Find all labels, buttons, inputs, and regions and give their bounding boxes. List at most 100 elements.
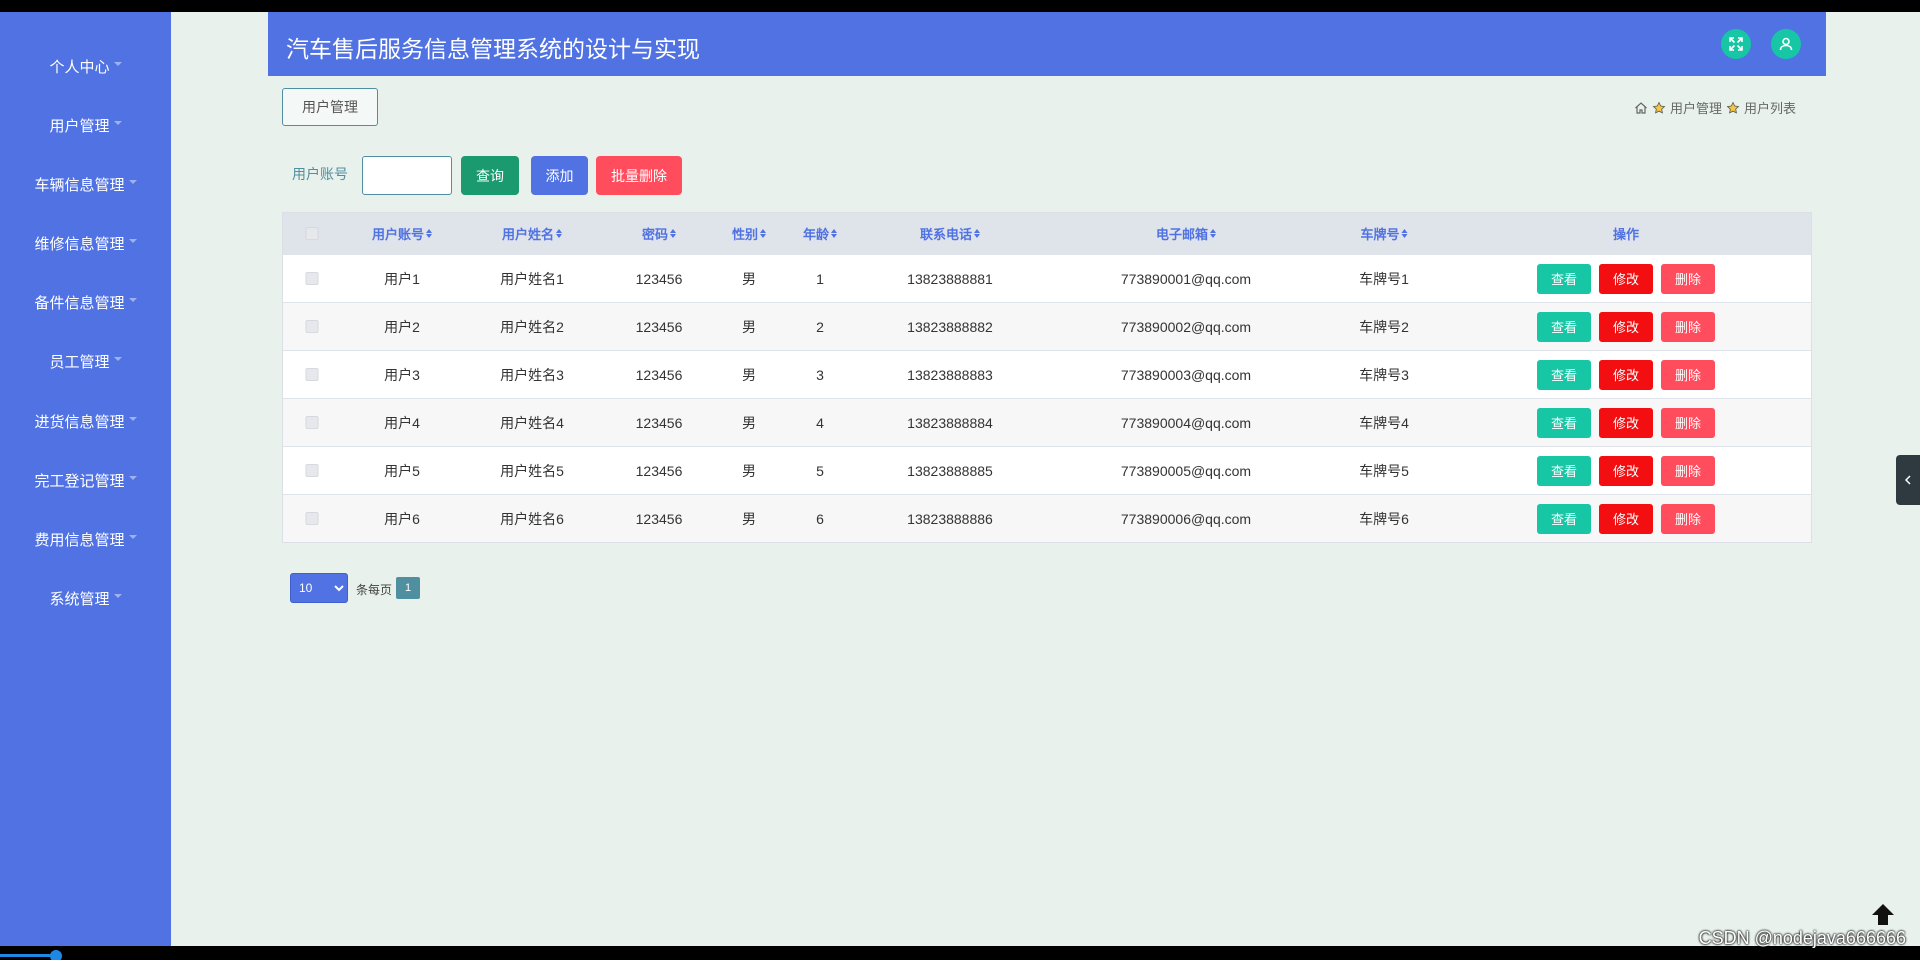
cell-password: 123456: [635, 414, 683, 431]
sidebar-item-profile[interactable]: 个人中心: [0, 46, 171, 86]
cell-account: 用户3: [384, 366, 420, 383]
chevron-down-icon: [128, 298, 137, 302]
page-size-select[interactable]: 10: [290, 573, 348, 603]
column-header-phone[interactable]: 联系电话: [920, 213, 981, 254]
page-number-button[interactable]: 1: [396, 577, 420, 599]
fullscreen-button[interactable]: [1721, 29, 1751, 59]
column-header-account[interactable]: 用户账号: [372, 213, 433, 254]
sidebar-item-purchases[interactable]: 进货信息管理: [0, 401, 171, 441]
panel-toggle-button[interactable]: [1896, 455, 1920, 505]
app-title: 汽车售后服务信息管理系统的设计与实现: [286, 36, 700, 62]
video-progress-handle[interactable]: [50, 950, 62, 960]
sidebar-item-vehicles[interactable]: 车辆信息管理: [0, 164, 171, 204]
breadcrumb-item-user-management[interactable]: 用户管理: [1670, 98, 1722, 117]
sidebar-item-label: 用户管理: [49, 117, 110, 135]
sidebar-item-parts[interactable]: 备件信息管理: [0, 282, 171, 322]
search-input[interactable]: [362, 156, 452, 195]
cell-password: 123456: [635, 318, 683, 335]
breadcrumb: 用户管理 用户列表: [1634, 98, 1796, 117]
cell-email: 773890002@qq.com: [1120, 318, 1252, 335]
delete-button[interactable]: 删除: [1661, 263, 1715, 294]
user-menu-button[interactable]: [1771, 29, 1801, 59]
chevron-down-icon: [113, 62, 122, 66]
row-checkbox[interactable]: [305, 416, 319, 429]
chevron-down-icon: [128, 239, 137, 243]
view-button[interactable]: 查看: [1537, 311, 1591, 342]
row-checkbox[interactable]: [305, 368, 319, 381]
row-checkbox[interactable]: [305, 464, 319, 477]
edit-button[interactable]: 修改: [1599, 263, 1653, 294]
sidebar-item-label: 车辆信息管理: [34, 176, 125, 194]
row-select-cell: [305, 399, 319, 446]
chevron-down-icon: [113, 357, 122, 361]
app-root: 个人中心 用户管理 车辆信息管理 维修信息管理 备件信息管理 员工管理 进货信息…: [0, 12, 1920, 946]
cell-plate: 车牌号4: [1359, 414, 1409, 431]
column-header-gender[interactable]: 性别: [732, 213, 767, 254]
sidebar-item-users[interactable]: 用户管理: [0, 105, 171, 145]
delete-button[interactable]: 删除: [1661, 407, 1715, 438]
cell-phone: 13823888881: [907, 270, 993, 287]
home-icon[interactable]: [1634, 101, 1648, 115]
edit-button[interactable]: 修改: [1599, 311, 1653, 342]
view-button[interactable]: 查看: [1537, 359, 1591, 390]
batch-delete-button[interactable]: 批量删除: [596, 156, 682, 195]
sort-icon: [670, 229, 677, 238]
column-header-name[interactable]: 用户姓名: [502, 213, 563, 254]
query-button[interactable]: 查询: [461, 156, 519, 195]
sidebar-item-repairs[interactable]: 维修信息管理: [0, 223, 171, 263]
cell-phone: 13823888885: [907, 462, 993, 479]
view-button[interactable]: 查看: [1537, 503, 1591, 534]
tab-user-management[interactable]: 用户管理: [282, 88, 378, 126]
cell-account: 用户1: [384, 270, 420, 287]
chevron-down-icon: [128, 535, 137, 539]
row-select-cell: [305, 351, 319, 398]
column-header-actions: 操作: [1612, 227, 1640, 242]
row-actions: 查看 修改 删除: [1533, 255, 1719, 302]
cell-password: 123456: [635, 366, 683, 383]
search-label: 用户账号: [292, 166, 348, 182]
cell-gender: 男: [742, 414, 756, 431]
delete-button[interactable]: 删除: [1661, 455, 1715, 486]
row-checkbox[interactable]: [305, 320, 319, 333]
view-button[interactable]: 查看: [1537, 407, 1591, 438]
row-actions: 查看 修改 删除: [1533, 351, 1719, 398]
cell-gender: 男: [742, 510, 756, 527]
row-actions: 查看 修改 删除: [1533, 399, 1719, 446]
delete-button[interactable]: 删除: [1661, 359, 1715, 390]
sidebar-item-fees[interactable]: 费用信息管理: [0, 519, 171, 559]
sidebar-item-label: 系统管理: [49, 590, 110, 608]
cell-gender: 男: [742, 270, 756, 287]
video-progress-bar[interactable]: [0, 954, 56, 957]
cell-name: 用户姓名4: [500, 414, 564, 431]
cell-gender: 男: [742, 462, 756, 479]
edit-button[interactable]: 修改: [1599, 455, 1653, 486]
view-button[interactable]: 查看: [1537, 455, 1591, 486]
table-row: 用户6 用户姓名6 123456 男 6 13823888886 7738900…: [283, 494, 1811, 542]
breadcrumb-item-user-list[interactable]: 用户列表: [1744, 98, 1796, 117]
column-header-age[interactable]: 年龄: [803, 213, 838, 254]
edit-button[interactable]: 修改: [1599, 359, 1653, 390]
edit-button[interactable]: 修改: [1599, 503, 1653, 534]
sidebar-item-staff[interactable]: 员工管理: [0, 341, 171, 381]
sidebar-item-label: 费用信息管理: [34, 531, 125, 549]
column-header-email[interactable]: 电子邮箱: [1156, 213, 1217, 254]
table-row: 用户5 用户姓名5 123456 男 5 13823888885 7738900…: [283, 446, 1811, 494]
cell-email: 773890006@qq.com: [1120, 510, 1252, 527]
column-header-password[interactable]: 密码: [642, 213, 677, 254]
sidebar-item-system[interactable]: 系统管理: [0, 578, 171, 618]
sidebar-item-completion[interactable]: 完工登记管理: [0, 460, 171, 500]
row-checkbox[interactable]: [305, 272, 319, 285]
select-all-checkbox[interactable]: [305, 227, 319, 240]
row-checkbox[interactable]: [305, 512, 319, 525]
edit-button[interactable]: 修改: [1599, 407, 1653, 438]
cell-age: 1: [816, 270, 824, 287]
delete-button[interactable]: 删除: [1661, 311, 1715, 342]
delete-button[interactable]: 删除: [1661, 503, 1715, 534]
view-button[interactable]: 查看: [1537, 263, 1591, 294]
table-row: 用户4 用户姓名4 123456 男 4 13823888884 7738900…: [283, 398, 1811, 446]
column-header-plate[interactable]: 车牌号: [1360, 213, 1408, 254]
back-to-top-button[interactable]: [1866, 898, 1900, 932]
cell-age: 4: [816, 414, 824, 431]
sort-icon: [426, 229, 433, 238]
add-button[interactable]: 添加: [531, 156, 588, 195]
